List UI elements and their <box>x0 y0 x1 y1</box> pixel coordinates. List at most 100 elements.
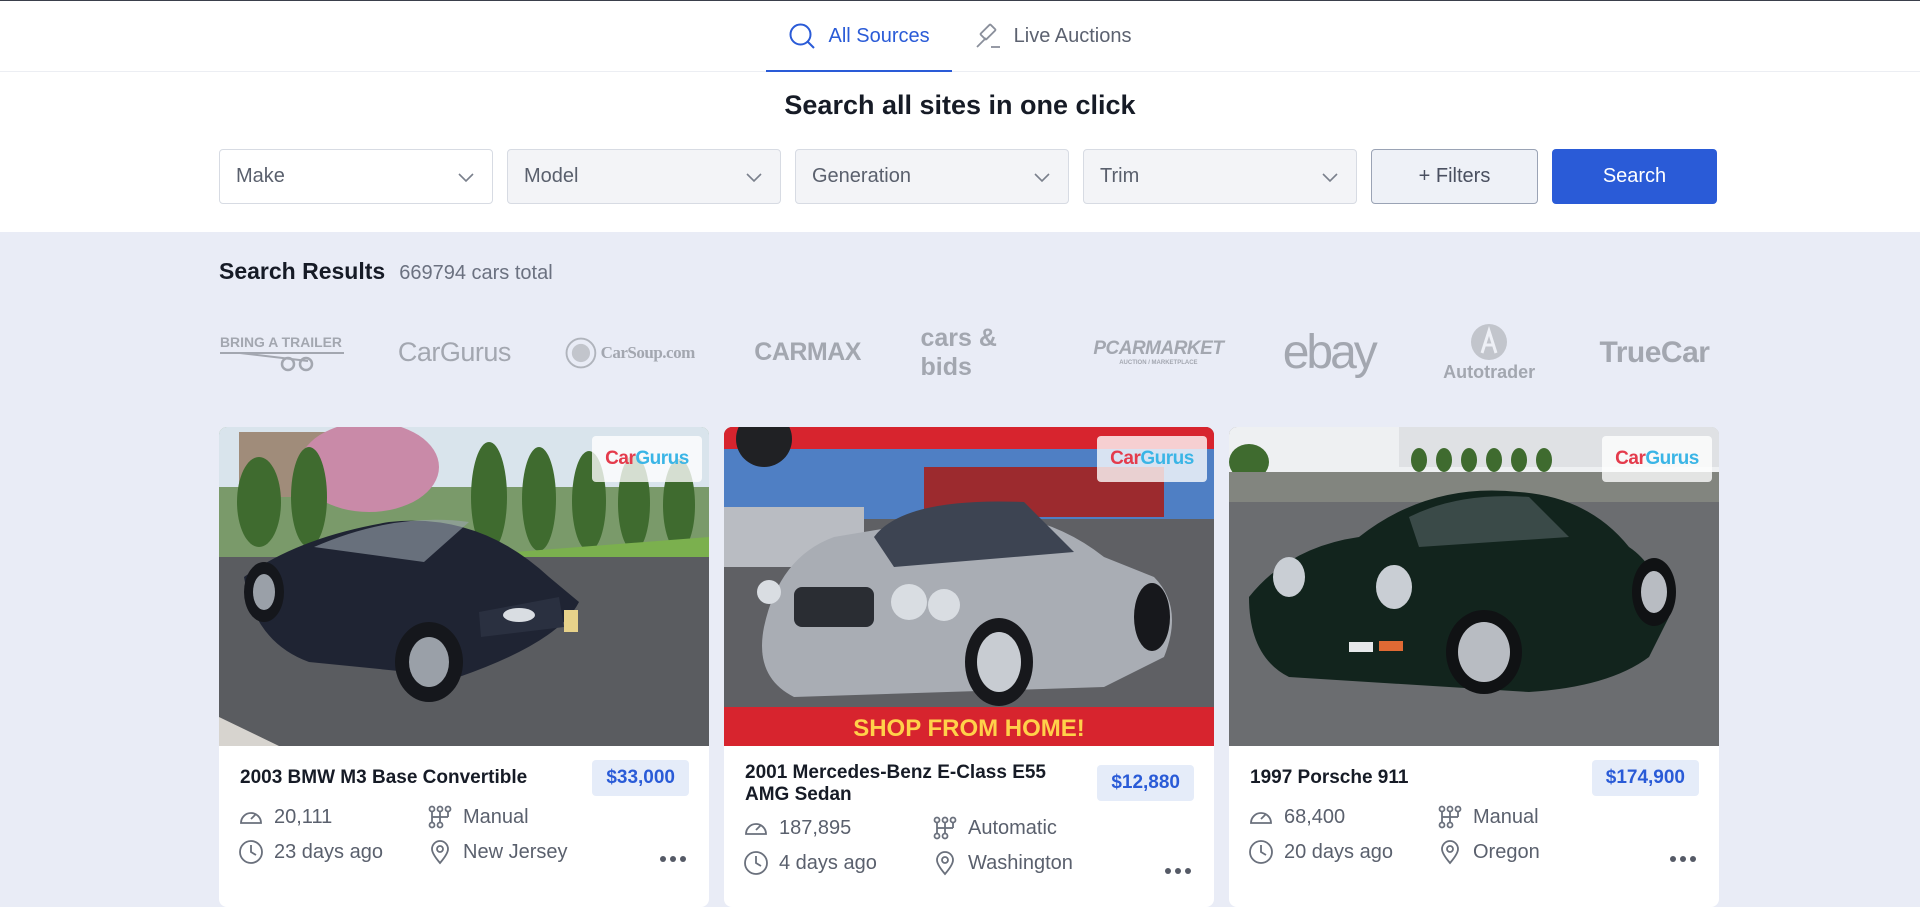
mileage-value: 187,895 <box>779 816 852 839</box>
trim-select[interactable]: Trim <box>1083 149 1357 204</box>
chevron-down-icon <box>1322 172 1338 182</box>
top-nav: All Sources Live Auctions <box>0 0 1920 72</box>
make-select[interactable]: Make <box>219 149 493 204</box>
logo-carmax[interactable]: CARMAX <box>743 318 873 388</box>
select-label: Model <box>524 165 579 187</box>
location-pin-icon <box>1441 840 1459 865</box>
car-card[interactable]: SHOP FROM HOME! Car Gurus 2001 Mercedes-B… <box>724 427 1214 907</box>
car-card[interactable]: Car Gurus 1997 Porsche 911 $174,900 68,40… <box>1229 427 1719 907</box>
tab-live-auctions[interactable]: Live Auctions <box>952 1 1154 71</box>
listed-value: 23 days ago <box>274 840 383 863</box>
logo-autotrader[interactable]: Autotrader <box>1434 318 1544 388</box>
logo-bring-a-trailer[interactable]: BRING A TRAILER <box>219 318 344 388</box>
car-title: 2001 Mercedes-Benz E-Class E55 AMG Sedan <box>745 762 1046 805</box>
logo-text: CarGurus <box>397 337 512 367</box>
tab-label: All Sources <box>828 24 930 47</box>
search-panel: Search all sites in one click Make Model… <box>0 72 1920 232</box>
logo-text: cars & bids <box>920 323 997 381</box>
speedometer-icon <box>1250 812 1272 824</box>
logo-text: PCARMARKET <box>1093 338 1224 359</box>
chevron-down-icon <box>1034 172 1050 182</box>
speedometer-icon <box>745 823 767 835</box>
results-title: Search Results <box>219 258 386 284</box>
photo-banner-text: SHOP FROM HOME! <box>853 715 1085 742</box>
logo-cargurus[interactable]: CarGurus <box>392 318 517 388</box>
model-select[interactable]: Model <box>507 149 781 204</box>
filters-button[interactable]: + Filters <box>1371 149 1538 204</box>
source-badge: Car Gurus <box>1097 436 1207 482</box>
car-title: 1997 Porsche 911 <box>1250 767 1409 788</box>
source-badge: Car Gurus <box>592 436 702 482</box>
gearbox-icon <box>428 805 452 829</box>
car-title: 2003 BMW M3 Base Convertible <box>240 767 528 788</box>
location-value: New Jersey <box>463 840 568 863</box>
logo-cars-and-bids[interactable]: cars & bids <box>921 318 1046 388</box>
logo-text: Autotrader <box>1443 362 1536 382</box>
car-photo: Car Gurus <box>1229 427 1719 746</box>
chevron-down-icon <box>746 172 762 182</box>
logo-ebay[interactable]: ebay <box>1271 318 1386 388</box>
clock-icon <box>1249 840 1273 864</box>
location: Oregon <box>1437 839 1540 865</box>
select-label: Make <box>236 165 285 187</box>
mileage: 20,111 <box>238 804 332 830</box>
card-details: 1997 Porsche 911 $174,900 68,400 Manual … <box>1229 746 1719 907</box>
price-badge: $12,880 <box>1097 765 1194 801</box>
source-logos: BRING A TRAILER CarGurus CarSoup.com CAR… <box>219 315 1717 390</box>
clock-icon <box>239 840 263 864</box>
card-details: 2001 Mercedes-Benz E-Class E55 AMG Sedan… <box>724 746 1214 907</box>
source-badge: Car Gurus <box>1602 436 1712 482</box>
price-badge: $174,900 <box>1591 760 1699 796</box>
logo-text: TrueCar <box>1599 335 1710 369</box>
generation-select[interactable]: Generation <box>795 149 1069 204</box>
logo-pcarmarket[interactable]: PCARMARKET AUCTION / MARKETPLACE <box>1093 318 1224 388</box>
card-details: 2003 BMW M3 Base Convertible $33,000 20,… <box>219 746 709 907</box>
results-header: Search Results 669794 cars total <box>219 258 553 285</box>
logo-text: CARMAX <box>754 338 861 366</box>
logo-carsoup[interactable]: CarSoup.com <box>565 318 695 388</box>
mileage-value: 20,111 <box>274 805 333 828</box>
car-photo: Car Gurus <box>219 427 709 746</box>
results-count: 669794 cars total <box>399 262 553 284</box>
location: New Jersey <box>427 839 567 865</box>
more-options-button[interactable] <box>1667 852 1699 866</box>
more-options-button[interactable] <box>1162 864 1194 878</box>
search-heading: Search all sites in one click <box>784 90 1136 120</box>
bring-a-trailer-logo: BRING A TRAILER <box>219 335 344 371</box>
chevron-down-icon <box>458 172 474 182</box>
select-label: Generation <box>812 165 911 187</box>
logo-tagline: AUCTION / MARKETPLACE <box>1119 360 1198 366</box>
mileage: 187,895 <box>743 815 851 841</box>
logo-truecar[interactable]: TrueCar <box>1592 318 1717 388</box>
location-pin-icon <box>936 851 954 876</box>
car-card[interactable]: Car Gurus 2003 BMW M3 Base Convertible $3… <box>219 427 709 907</box>
transmission: Automatic <box>932 815 1057 841</box>
tab-all-sources[interactable]: All Sources <box>766 1 952 72</box>
transmission: Manual <box>427 804 529 830</box>
transmission-value: Automatic <box>968 816 1057 839</box>
logo-text: CarSoup.com <box>600 342 696 362</box>
clock-icon <box>744 851 768 875</box>
carsoup-bowl-icon <box>565 337 597 368</box>
logo-text: BRING A TRAILER <box>220 335 342 350</box>
more-options-button[interactable] <box>657 852 689 866</box>
results-grid: Car Gurus 2003 BMW M3 Base Convertible $3… <box>219 427 1719 907</box>
source-tabs: All Sources Live Auctions <box>766 1 1154 72</box>
location-value: Oregon <box>1473 840 1540 863</box>
gavel-icon <box>976 23 1000 48</box>
listed-age: 23 days ago <box>238 839 383 865</box>
mileage: 68,400 <box>1248 804 1345 830</box>
listed-age: 4 days ago <box>743 850 877 876</box>
listed-value: 20 days ago <box>1284 840 1393 863</box>
transmission-value: Manual <box>463 805 529 828</box>
listed-age: 20 days ago <box>1248 839 1393 865</box>
tab-label: Live Auctions <box>1013 24 1132 47</box>
select-label: Trim <box>1100 165 1140 187</box>
listed-value: 4 days ago <box>779 851 877 874</box>
gearbox-icon <box>1438 805 1462 829</box>
search-button[interactable]: Search <box>1552 149 1717 204</box>
location: Washington <box>932 850 1073 876</box>
autotrader-emblem-icon <box>1471 324 1508 360</box>
price-badge: $33,000 <box>592 760 689 796</box>
mileage-value: 68,400 <box>1284 805 1346 828</box>
